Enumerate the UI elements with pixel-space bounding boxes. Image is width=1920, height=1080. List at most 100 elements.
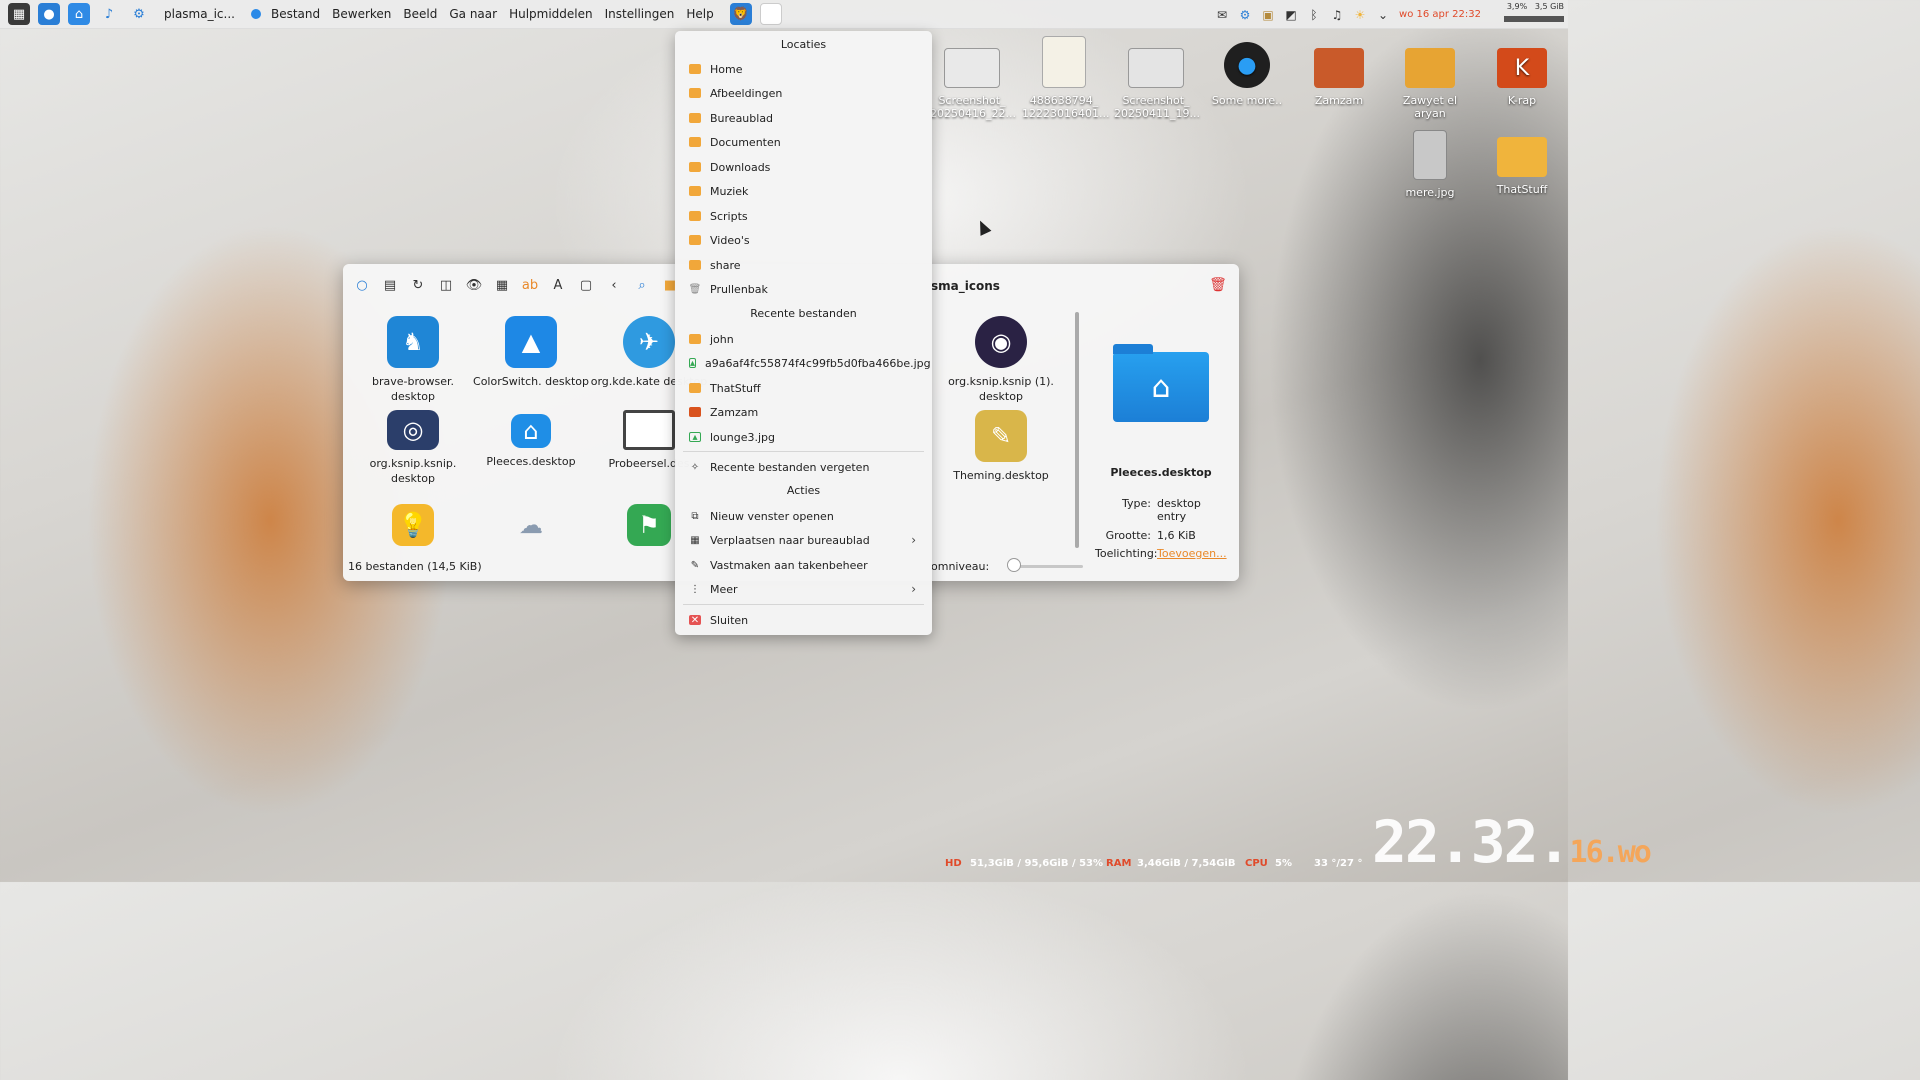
- desktop-icon-k-rap[interactable]: K K-rap: [1480, 42, 1564, 107]
- clock[interactable]: wo 16 apr 22:32: [1399, 9, 1481, 20]
- weather-tray-icon[interactable]: ☀: [1353, 8, 1367, 22]
- desktop-icon-screenshot-1[interactable]: Screenshot_ 20250416_22...: [930, 42, 1016, 120]
- chevron-down-icon[interactable]: ⌄: [1376, 8, 1390, 22]
- refresh-icon[interactable]: ↻: [409, 276, 427, 294]
- menu-help[interactable]: Help: [686, 7, 713, 21]
- menu-hulpmiddelen[interactable]: Hulpmiddelen: [509, 7, 593, 21]
- file-theming[interactable]: ✎ Theming.desktop: [941, 410, 1061, 483]
- desktops-icon: ▦: [690, 534, 700, 546]
- file-colorswitch[interactable]: ▲ ColorSwitch. desktop: [471, 316, 591, 389]
- settings-icon[interactable]: ⚙: [128, 3, 150, 25]
- brave-task-icon[interactable]: 🦁: [729, 3, 752, 25]
- recent-image-a9a6af[interactable]: ▴ a9a6af4fc55874f4c99fb5d0fba466be.jpg: [689, 353, 931, 373]
- action-new-window[interactable]: ⧉ Nieuw venster openen: [689, 506, 924, 526]
- trash-icon[interactable]: 🗑: [1209, 276, 1227, 294]
- update-icon[interactable]: ⚙: [1238, 8, 1252, 22]
- lens-icon: ◉: [975, 316, 1027, 368]
- location-downloads[interactable]: Downloads: [689, 157, 924, 177]
- mouse-cursor-icon: [974, 218, 992, 236]
- folder-icon: [689, 407, 701, 417]
- location-scripts[interactable]: Scripts: [689, 206, 924, 226]
- info-value: 1,6 KiB: [1157, 529, 1196, 542]
- recent-header: Recente bestanden: [750, 307, 857, 320]
- preview-icon[interactable]: 👁: [465, 276, 483, 294]
- discover-icon[interactable]: ●: [38, 3, 60, 25]
- image-icon: ▴: [689, 357, 697, 369]
- folder-icon: [689, 186, 701, 196]
- app-launcher-icon[interactable]: ▦: [8, 3, 30, 25]
- desktop-icon-label: mere.jpg: [1405, 186, 1455, 199]
- folder-icon: [689, 64, 701, 74]
- recent-zamzam[interactable]: Zamzam: [689, 402, 924, 422]
- back-icon[interactable]: ‹: [605, 276, 623, 294]
- new-file-icon[interactable]: ▢: [577, 276, 595, 294]
- zoom-slider[interactable]: [1013, 565, 1083, 568]
- clipboard-icon[interactable]: ◩: [1284, 8, 1298, 22]
- rename-icon[interactable]: ab: [521, 276, 539, 294]
- desktop-icon-zawyet-el-aryan[interactable]: Zawyet el aryan: [1388, 42, 1472, 120]
- location-prullenbak[interactable]: 🗑 Prullenbak: [689, 279, 924, 299]
- folder-icon: [689, 211, 701, 221]
- menu-instellingen[interactable]: Instellingen: [605, 7, 675, 21]
- desktop-icon-label: Screenshot_ 20250411_19...: [1114, 94, 1200, 120]
- zoom-slider-handle[interactable]: [1007, 558, 1021, 572]
- menu-beeld[interactable]: Beeld: [403, 7, 437, 21]
- location-share[interactable]: share: [689, 255, 924, 275]
- home-folder-icon: ⌂: [1113, 344, 1209, 422]
- image-thumb-icon: [1042, 36, 1086, 88]
- scrollbar[interactable]: [1075, 312, 1079, 548]
- font-icon[interactable]: A: [549, 276, 567, 294]
- desktop-icon-mere-jpg[interactable]: mere.jpg: [1388, 130, 1472, 199]
- desktop-icon-thatstuff[interactable]: ThatStuff: [1480, 137, 1564, 196]
- file-brave-browser[interactable]: ♞ brave-browser. desktop: [353, 316, 473, 404]
- action-pin-to-taskbar[interactable]: ✎ Vastmaken aan takenbeheer: [689, 555, 924, 575]
- forget-recent-button[interactable]: ✧ Recente bestanden vergeten: [689, 457, 924, 477]
- menu-label: Verplaatsen naar bureaublad: [710, 533, 870, 547]
- location-afbeeldingen[interactable]: Afbeeldingen: [689, 83, 924, 103]
- location-muziek[interactable]: Muziek: [689, 181, 924, 201]
- file-ksnip[interactable]: ◎ org.ksnip.ksnip. desktop: [353, 410, 473, 486]
- file-pleeces[interactable]: ⌂ Pleeces.desktop: [471, 414, 591, 469]
- recent-thatstuff[interactable]: ThatStuff: [689, 378, 924, 398]
- menu-bewerken[interactable]: Bewerken: [332, 7, 391, 21]
- split-view-icon[interactable]: ◫: [437, 276, 455, 294]
- location-videos[interactable]: Video's: [689, 230, 924, 250]
- file-label: Pleeces.desktop: [486, 455, 576, 468]
- desktop-icon-screenshot-2[interactable]: Screenshot_ 20250411_19...: [1114, 42, 1200, 120]
- volume-icon[interactable]: ♫: [1330, 8, 1344, 22]
- broom-icon: ✧: [690, 461, 700, 473]
- desktop-icon-image-488638794[interactable]: 488638794_ 12223016401...: [1022, 36, 1109, 120]
- location-home[interactable]: Home: [689, 59, 924, 79]
- folder-icon[interactable]: ⌂: [68, 3, 90, 25]
- action-more[interactable]: ⋮ Meer ›: [689, 579, 924, 599]
- action-close[interactable]: ✕ Sluiten: [689, 610, 924, 630]
- chat-icon[interactable]: ✉: [1215, 8, 1229, 22]
- music-icon[interactable]: ♪: [98, 3, 120, 25]
- menu-label: Prullenbak: [710, 282, 768, 296]
- circle-icon[interactable]: ○: [353, 276, 371, 294]
- file-bulb[interactable]: 💡: [353, 504, 473, 552]
- ram-value: 3,46GiB / 7,54GiB: [1137, 858, 1236, 869]
- desktop-icon-some-more[interactable]: ● Some more..: [1205, 42, 1289, 107]
- location-bureaublad[interactable]: Bureaublad: [689, 108, 924, 128]
- recent-lounge3[interactable]: ▴ lounge3.jpg: [689, 427, 924, 447]
- menu-bestand[interactable]: Bestand: [271, 7, 320, 21]
- file-label: brave-browser. desktop: [372, 375, 454, 403]
- view-mode-icon[interactable]: ▤: [381, 276, 399, 294]
- desktop-icon-zamzam[interactable]: Zamzam: [1297, 42, 1381, 107]
- file-ksnip-1[interactable]: ◉ org.ksnip.ksnip (1). desktop: [941, 316, 1061, 404]
- package-icon[interactable]: ▣: [1261, 8, 1275, 22]
- search-icon[interactable]: ⌕: [633, 276, 651, 294]
- location-documenten[interactable]: Documenten: [689, 132, 924, 152]
- laptop-icon: [623, 410, 675, 450]
- menu-ga-naar[interactable]: Ga naar: [449, 7, 497, 21]
- folder-task-icon[interactable]: [759, 3, 782, 25]
- grid-icon[interactable]: ▦: [493, 276, 511, 294]
- places-popup-menu: Locaties Home Afbeeldingen Bureaublad Do…: [675, 31, 932, 635]
- action-move-to-desktop[interactable]: ▦ Verplaatsen naar bureaublad ›: [689, 530, 924, 550]
- add-note-link[interactable]: Toevoegen...: [1157, 547, 1227, 560]
- bluetooth-icon[interactable]: ᛒ: [1307, 8, 1321, 22]
- recent-john[interactable]: john: [689, 329, 924, 349]
- menu-label: Documenten: [710, 135, 781, 149]
- file-weather[interactable]: ☁: [471, 504, 591, 552]
